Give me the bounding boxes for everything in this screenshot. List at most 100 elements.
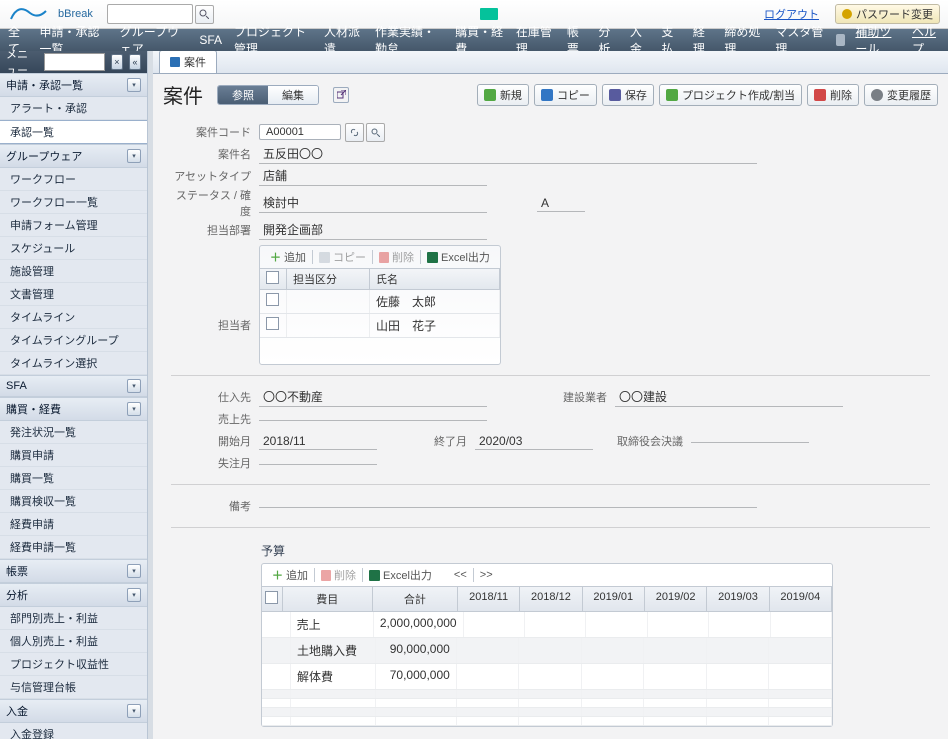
budget-cell[interactable] [644, 717, 707, 725]
copy-button[interactable]: コピー [534, 84, 597, 106]
budget-row[interactable] [262, 717, 832, 726]
field-board[interactable] [691, 440, 809, 443]
staff-checkbox[interactable] [266, 317, 279, 330]
mail-icon[interactable] [480, 8, 498, 20]
budget-checkbox-all[interactable] [265, 591, 278, 604]
budget-cell[interactable] [771, 612, 832, 637]
menu-search-input[interactable] [44, 53, 105, 71]
staff-row[interactable]: 山田 花子 [260, 314, 500, 338]
sidebar-item[interactable]: 発注状況一覧 [0, 421, 147, 444]
save-button[interactable]: 保存 [602, 84, 654, 106]
budget-cell[interactable] [769, 664, 832, 689]
budget-row[interactable] [262, 699, 832, 708]
budget-cell[interactable] [707, 708, 770, 716]
budget-cell[interactable] [709, 612, 770, 637]
field-name[interactable]: 五反田〇〇 [259, 144, 757, 164]
mode-view-button[interactable]: 参照 [218, 86, 268, 104]
budget-cell[interactable] [525, 612, 586, 637]
staff-checkbox-all[interactable] [266, 271, 279, 284]
budget-cell[interactable] [707, 717, 770, 725]
staff-checkbox[interactable] [266, 293, 279, 306]
budget-cell[interactable] [707, 690, 770, 698]
field-start[interactable]: 2018/11 [259, 433, 377, 450]
sidebar-item[interactable]: ワークフロー一覧 [0, 191, 147, 214]
sidebar-item[interactable]: 個人別売上・利益 [0, 630, 147, 653]
budget-cell[interactable] [644, 664, 707, 689]
budget-cell[interactable] [707, 638, 770, 663]
staff-delete-button[interactable]: 削除 [375, 249, 418, 265]
tab-matter[interactable]: 案件 [159, 51, 217, 73]
field-end[interactable]: 2020/03 [475, 433, 593, 450]
sidebar-item[interactable]: 購買一覧 [0, 467, 147, 490]
budget-cell[interactable] [644, 638, 707, 663]
sidebar-item[interactable]: 購買検収一覧 [0, 490, 147, 513]
budget-cell[interactable] [586, 612, 647, 637]
sidebar-item[interactable]: 部門別売上・利益 [0, 607, 147, 630]
budget-cell[interactable] [769, 638, 832, 663]
field-rate[interactable]: A [537, 195, 585, 212]
sidebar-section[interactable]: SFA▾ [0, 375, 147, 397]
nav-item[interactable]: SFA [199, 33, 222, 47]
project-assign-button[interactable]: プロジェクト作成/割当 [659, 84, 802, 106]
sidebar-item[interactable]: タイムライン [0, 306, 147, 329]
budget-row[interactable]: 解体費70,000,000 [262, 664, 832, 690]
budget-cell[interactable] [457, 690, 520, 698]
sidebar-section[interactable]: 分析▾ [0, 583, 147, 607]
sidebar-section[interactable]: 帳票▾ [0, 559, 147, 583]
sidebar-item[interactable]: タイムライン選択 [0, 352, 147, 375]
budget-cell[interactable] [519, 699, 582, 707]
sidebar-section[interactable]: 入金▾ [0, 699, 147, 723]
budget-cell[interactable] [519, 708, 582, 716]
sidebar-item[interactable]: 申請フォーム管理 [0, 214, 147, 237]
budget-cell[interactable] [582, 638, 645, 663]
sidebar-item[interactable]: タイムライングループ [0, 329, 147, 352]
budget-cell[interactable] [582, 717, 645, 725]
history-button[interactable]: 変更履歴 [864, 84, 938, 106]
password-change-button[interactable]: パスワード変更 [835, 4, 940, 24]
sidebar-item[interactable]: 経費申請一覧 [0, 536, 147, 559]
budget-cell[interactable] [644, 708, 707, 716]
budget-row[interactable]: 土地購入費90,000,000 [262, 638, 832, 664]
budget-cell[interactable] [648, 612, 709, 637]
sidebar-item[interactable]: 承認一覧 [0, 120, 147, 144]
sidebar-item[interactable]: 文書管理 [0, 283, 147, 306]
sidebar-item[interactable]: アラート・承認 [0, 97, 147, 120]
budget-cell[interactable] [582, 690, 645, 698]
sidebar-item[interactable]: 与信管理台帳 [0, 676, 147, 699]
budget-excel-button[interactable]: Excel出力 [365, 567, 436, 583]
new-button[interactable]: 新規 [477, 84, 529, 106]
field-status[interactable]: 検討中 [259, 193, 487, 213]
search-button[interactable] [195, 5, 214, 24]
sidebar-item[interactable]: 経費申請 [0, 513, 147, 536]
budget-row[interactable] [262, 708, 832, 717]
field-memo[interactable] [259, 505, 757, 508]
mode-external-button[interactable] [333, 87, 349, 103]
budget-row[interactable]: 売上2,000,000,000 [262, 612, 832, 638]
field-builder[interactable]: 〇〇建設 [615, 387, 843, 407]
menu-clear-button[interactable]: × [111, 54, 123, 70]
budget-cell[interactable] [457, 664, 520, 689]
budget-cell[interactable] [769, 708, 832, 716]
sidebar-section[interactable]: 申請・承認一覧▾ [0, 73, 147, 97]
staff-copy-button[interactable]: コピー [315, 249, 370, 265]
sidebar-section[interactable]: 購買・経費▾ [0, 397, 147, 421]
budget-cell[interactable] [644, 690, 707, 698]
budget-delete-button[interactable]: 削除 [317, 567, 360, 583]
sidebar-item[interactable]: ワークフロー [0, 168, 147, 191]
budget-cell[interactable] [707, 699, 770, 707]
budget-cell[interactable] [464, 612, 525, 637]
sidebar-item[interactable]: 入金登録 [0, 723, 147, 739]
sidebar-item[interactable]: スケジュール [0, 237, 147, 260]
field-buyer[interactable] [259, 418, 487, 421]
budget-next-button[interactable]: >> [476, 569, 497, 581]
code-link-button[interactable] [345, 123, 364, 142]
sidebar-item[interactable]: 施設管理 [0, 260, 147, 283]
staff-row[interactable]: 佐藤 太郎 [260, 290, 500, 314]
budget-row[interactable] [262, 690, 832, 699]
logout-link[interactable]: ログアウト [764, 6, 819, 22]
budget-cell[interactable] [644, 699, 707, 707]
global-search-input[interactable] [107, 4, 193, 24]
menu-collapse-button[interactable]: « [129, 54, 141, 70]
field-asset[interactable]: 店舗 [259, 166, 487, 186]
budget-cell[interactable] [582, 708, 645, 716]
